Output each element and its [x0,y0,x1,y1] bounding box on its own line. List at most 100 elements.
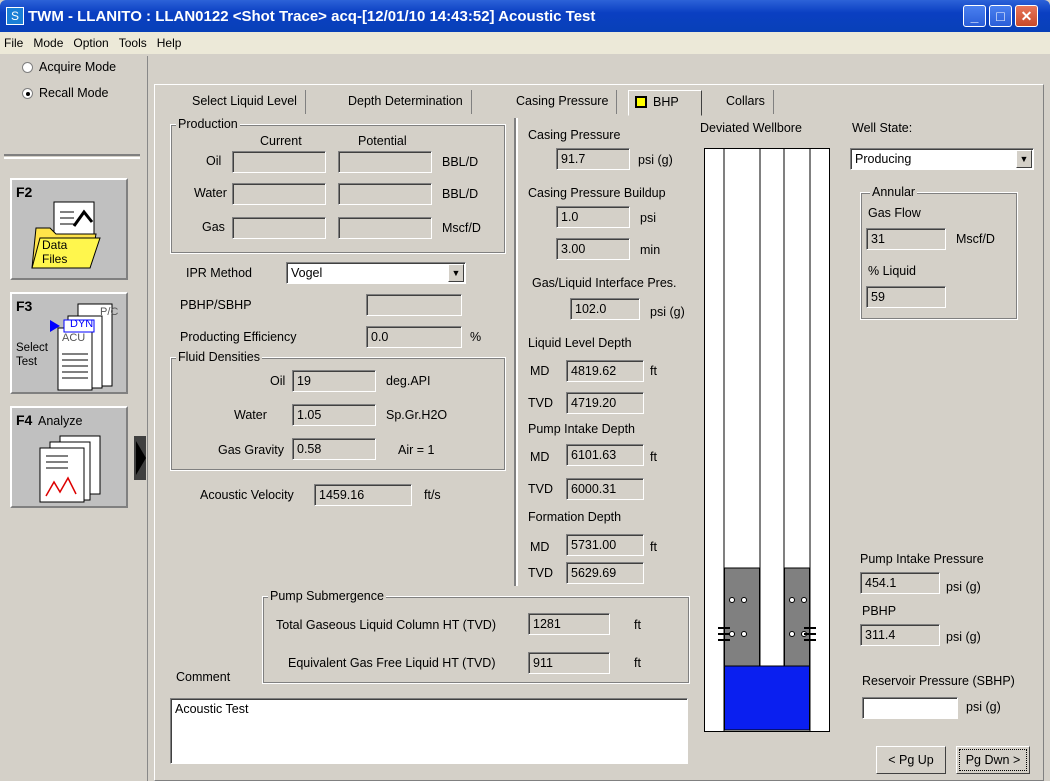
minimize-button[interactable]: _ [963,5,986,27]
oil-current-field[interactable] [232,151,326,173]
pbhp-label: PBHP [862,604,897,618]
total-column-unit: ft [634,618,641,632]
buildup-min-field[interactable]: 3.00 [556,238,630,260]
liquid-md-label: MD [530,364,550,378]
gas-flow-unit: Mscf/D [956,232,995,246]
equiv-column-field[interactable]: 911 [528,652,610,674]
pump-intake-pressure-field[interactable]: 454.1 [860,572,940,594]
menu-file[interactable]: File [4,36,23,50]
maximize-button[interactable]: □ [989,5,1012,27]
percent-liquid-label: % Liquid [868,264,916,278]
casing-pressure-unit: psi (g) [638,153,673,167]
liquid-tvd-field[interactable]: 4719.20 [566,392,644,414]
menu-mode[interactable]: Mode [33,36,63,50]
buildup-unit: psi [640,211,656,225]
gas-current-field[interactable] [232,217,326,239]
radio-dot [22,61,33,73]
formation-md-field[interactable]: 5731.00 [566,534,644,556]
gas-unit: Mscf/D [442,221,481,235]
comment-label: Comment [176,670,231,684]
interface-title: Gas/Liquid Interface Pres. [532,276,677,290]
pump-intake-pressure-label: Pump Intake Pressure [860,552,984,566]
fluid-gas-label: Gas Gravity [218,443,284,457]
tab-bhp[interactable]: BHP [628,90,702,116]
water-potential-field[interactable] [338,183,432,205]
total-column-label: Total Gaseous Liquid Column HT (TVD) [276,618,496,632]
pbhp-unit: psi (g) [946,630,981,644]
water-current-field[interactable] [232,183,326,205]
fluid-gas-field[interactable]: 0.58 [292,438,376,460]
pg-up-button[interactable]: < Pg Up [876,746,946,774]
chevron-down-icon[interactable]: ▼ [1016,150,1032,168]
radio-dot [22,87,33,99]
wellbore-title: Deviated Wellbore [700,121,802,135]
pump-submergence-group [262,596,690,684]
pump-md-label: MD [530,450,550,464]
liquid-md-field[interactable]: 4819.62 [566,360,644,382]
title-bar: TWM - LLANITO : LLAN0122 <Shot Trace> ac… [0,0,1050,32]
total-column-field[interactable]: 1281 [528,613,610,635]
well-state-label: Well State: [852,121,913,135]
fluid-gas-unit: Air = 1 [398,443,435,457]
buildup-field[interactable]: 1.0 [556,206,630,228]
ipr-method-select[interactable]: Vogel ▼ [286,262,466,284]
window-title: TWM - LLANITO : LLAN0122 <Shot Trace> ac… [28,7,596,25]
buildup-title: Casing Pressure Buildup [528,186,666,200]
tab-collars[interactable]: Collars [718,90,774,114]
tab-casing-pressure[interactable]: Casing Pressure [508,90,618,114]
fluid-oil-label: Oil [270,374,286,388]
acoustic-label: Acoustic Velocity [200,488,294,502]
menu-option[interactable]: Option [73,36,108,50]
liquid-tvd-label: TVD [528,396,553,410]
gas-potential-field[interactable] [338,217,432,239]
chevron-down-icon[interactable]: ▼ [448,264,464,282]
casing-pressure-field[interactable]: 91.7 [556,148,630,170]
gas-flow-field[interactable]: 31 [866,228,946,250]
data-files-button[interactable]: F2 Data Files [10,178,128,280]
select-test-button[interactable]: F3 P/C DYN ACU Select Test [10,292,128,394]
pump-md-unit: ft [650,450,657,464]
gas-label: Gas [202,220,225,234]
efficiency-unit: % [470,330,482,344]
fluid-oil-field[interactable]: 19 [292,370,376,392]
vertical-divider [514,118,518,586]
water-unit: BBL/D [442,187,479,201]
tab-select-liquid-level[interactable]: Select Liquid Level [184,90,306,114]
pump-tvd-field[interactable]: 6000.31 [566,478,644,500]
collapse-arrow-icon[interactable] [134,441,146,475]
formation-tvd-field[interactable]: 5629.69 [566,562,644,584]
formation-md-label: MD [530,540,550,554]
interface-field[interactable]: 102.0 [570,298,640,320]
oil-potential-field[interactable] [338,151,432,173]
pump-tvd-label: TVD [528,482,553,496]
recall-mode-radio[interactable]: Recall Mode [22,86,108,100]
liquid-md-unit: ft [650,364,657,378]
pbhp-field[interactable]: 311.4 [860,624,940,646]
acquire-mode-radio[interactable]: Acquire Mode [22,60,116,74]
pbhp-sbhp-field[interactable] [366,294,462,316]
percent-liquid-field[interactable]: 59 [866,286,946,308]
menu-bar: File Mode Option Tools Help [0,32,1050,54]
fluid-water-label: Water [234,408,267,422]
analyze-button[interactable]: F4 Analyze [10,406,128,508]
menu-tools[interactable]: Tools [119,36,147,50]
wellbore-diagram [704,148,830,732]
fluid-water-field[interactable]: 1.05 [292,404,376,426]
fluid-oil-unit: deg.API [386,374,431,388]
efficiency-field[interactable]: 0.0 [366,326,462,348]
well-state-select[interactable]: Producing ▼ [850,148,1034,170]
reservoir-field[interactable] [862,697,958,719]
efficiency-label: Producting Efficiency [180,330,297,344]
acoustic-field[interactable]: 1459.16 [314,484,412,506]
buildup-min-unit: min [640,243,661,257]
equiv-column-unit: ft [634,656,641,670]
menu-help[interactable]: Help [157,36,182,50]
water-label: Water [194,186,227,200]
pg-down-button[interactable]: Pg Dwn > [956,746,1030,774]
pump-md-field[interactable]: 6101.63 [566,444,644,466]
left-rail: Acquire Mode Recall Mode F2 Data Files F… [0,56,148,781]
comment-textarea[interactable]: Acoustic Test [170,698,688,764]
formation-depth-title: Formation Depth [528,510,622,524]
close-button[interactable]: ✕ [1015,5,1038,27]
tab-depth-determination[interactable]: Depth Determination [340,90,472,114]
